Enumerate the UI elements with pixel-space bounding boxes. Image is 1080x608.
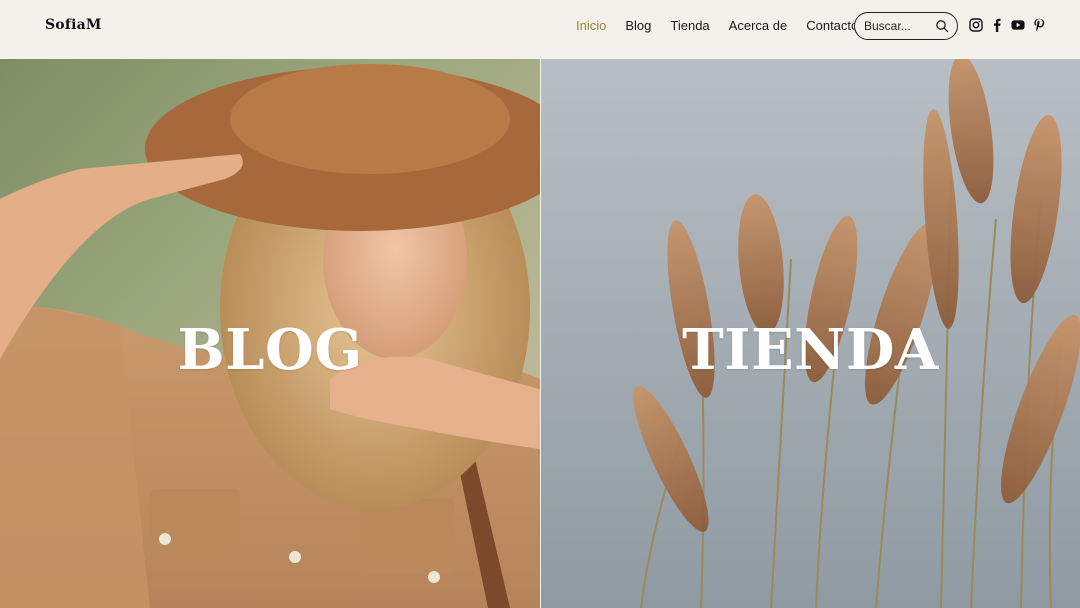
pinterest-icon[interactable]	[1032, 18, 1046, 32]
nav-item-contacto[interactable]: Contacto	[806, 18, 858, 34]
site-header: SofiaM Inicio Blog Tienda Acerca de Cont…	[0, 0, 1080, 59]
instagram-icon[interactable]	[969, 18, 983, 32]
facebook-icon[interactable]	[990, 18, 1004, 32]
tienda-panel[interactable]: TIENDA	[541, 59, 1080, 608]
nav-item-tienda[interactable]: Tienda	[670, 18, 709, 34]
social-links	[969, 18, 1046, 32]
nav-item-blog[interactable]: Blog	[625, 18, 651, 34]
search-icon[interactable]	[935, 19, 949, 33]
blog-panel[interactable]: BLOG	[0, 59, 540, 608]
search-input[interactable]	[864, 19, 936, 33]
site-logo[interactable]: SofiaM	[45, 17, 102, 33]
blog-panel-title[interactable]: BLOG	[0, 315, 540, 385]
nav-item-acerca-de[interactable]: Acerca de	[729, 18, 788, 34]
nav-item-inicio[interactable]: Inicio	[576, 18, 606, 34]
youtube-icon[interactable]	[1011, 18, 1025, 32]
tienda-panel-title[interactable]: TIENDA	[541, 315, 1080, 385]
search-box[interactable]	[854, 12, 958, 40]
main-nav: Inicio Blog Tienda Acerca de Contacto	[576, 18, 877, 34]
